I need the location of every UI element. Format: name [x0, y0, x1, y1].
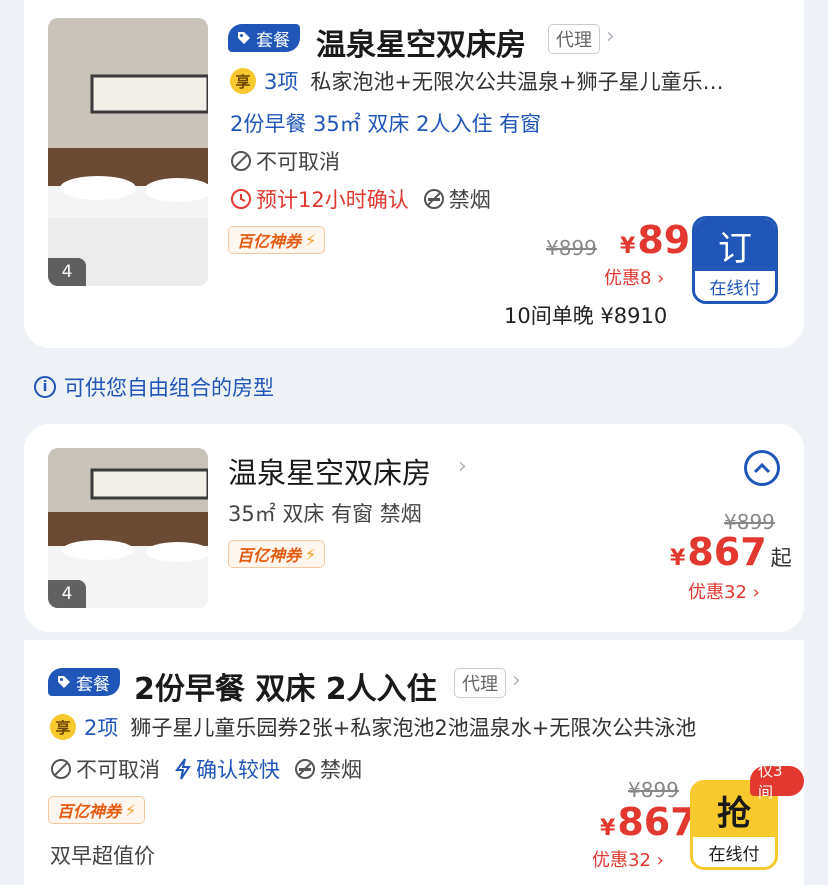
package-tag-label: 套餐: [76, 674, 110, 695]
chevron-up-icon: [753, 462, 771, 474]
voucher-label: 百亿神券: [237, 546, 302, 565]
discount-link[interactable]: 优惠8 ›: [604, 264, 664, 290]
original-price: ¥899: [546, 236, 597, 260]
room-features: 35㎡ 双床 有窗 禁烟: [228, 502, 422, 526]
cancel-policy-text: 不可取消: [256, 150, 340, 174]
price-value: 867: [617, 800, 697, 844]
voucher-badge: 百亿神券 ⚡: [228, 226, 326, 254]
combination-tip-text: 可供您自由组合的房型: [64, 376, 274, 400]
book-label: 订: [695, 219, 775, 271]
price-suffix: 起: [770, 546, 792, 570]
chevron-right-icon[interactable]: ›: [458, 454, 467, 479]
smoking-policy: 禁烟: [320, 758, 362, 782]
combination-tip: i 可供您自由组合的房型: [34, 372, 274, 402]
package-tag: 套餐: [228, 24, 300, 52]
pay-online-label: 在线付: [693, 837, 775, 867]
perks-count: 2项: [84, 716, 119, 740]
promo-text: 双早超值价: [50, 844, 155, 868]
total-price: 10间单晚 ¥8910: [504, 304, 668, 328]
room-package-card-1[interactable]: 4 套餐 温泉星空双床房 代理 › 享 3项 私家泡池+无限次公共温泉+狮子星儿…: [24, 0, 804, 348]
lowest-price: ¥867 起: [670, 530, 792, 574]
currency-symbol: ¥: [670, 546, 686, 571]
original-price: ¥899: [628, 778, 679, 802]
voucher-label: 百亿神券: [57, 802, 122, 821]
price-value: 867: [687, 530, 767, 574]
limited-stock-badge: 仅3间: [750, 762, 804, 801]
perks-row[interactable]: 享 2项 狮子星儿童乐园券2张+私家泡池2池温泉水+无限次公共泳池: [50, 712, 696, 742]
policy-row: 不可取消 确认较快 禁烟: [50, 754, 362, 784]
room-title[interactable]: 温泉星空双床房: [228, 450, 431, 492]
agent-badge: 代理: [548, 24, 600, 54]
tag-icon: [238, 32, 250, 44]
room-photo[interactable]: 4: [48, 18, 208, 286]
chevron-right-icon[interactable]: ›: [606, 24, 615, 49]
photo-count: 4: [48, 258, 86, 286]
no-cancel-icon: [51, 759, 71, 779]
chevron-right-icon[interactable]: ›: [512, 668, 521, 693]
enjoy-icon: 享: [50, 714, 76, 740]
room-features: 2份早餐 35㎡ 双床 2人入住 有窗: [230, 112, 542, 136]
clock-icon: [231, 189, 251, 209]
lightning-icon: ⚡: [305, 230, 317, 250]
voucher-badge: 百亿神券 ⚡: [48, 796, 146, 824]
info-icon: i: [34, 376, 56, 398]
perks-text: 私家泡池+无限次公共温泉+狮子星儿童乐…: [310, 70, 724, 94]
book-button[interactable]: 订 在线付: [692, 216, 778, 304]
discount-link[interactable]: 优惠32 ›: [688, 578, 760, 604]
pay-online-label: 在线付: [695, 271, 775, 301]
tag-icon: [58, 676, 70, 688]
agent-badge: 代理: [454, 668, 506, 698]
room-photo[interactable]: 4: [48, 448, 208, 608]
package-tag: 套餐: [48, 668, 120, 696]
confirm-time: 预计12小时确认: [256, 188, 409, 212]
no-smoking-icon: [295, 759, 315, 779]
voucher-badge: 百亿神券 ⚡: [228, 540, 326, 568]
lightning-icon: ⚡: [305, 544, 317, 564]
confirm-row: 预计12小时确认 禁烟: [230, 184, 491, 214]
package-tag-label: 套餐: [256, 30, 290, 51]
smoking-policy: 禁烟: [448, 188, 491, 212]
confirm-speed: 确认较快: [196, 758, 280, 782]
package-title[interactable]: 2份早餐 双床 2人入住: [134, 664, 437, 708]
photo-count: 4: [48, 580, 86, 608]
enjoy-icon: 享: [230, 68, 256, 94]
collapse-button[interactable]: [744, 450, 780, 486]
no-cancel-icon: [231, 151, 251, 171]
room-title[interactable]: 温泉星空双床房: [316, 20, 526, 64]
lightning-icon: ⚡: [125, 800, 137, 820]
cancel-policy: 不可取消: [230, 146, 340, 176]
current-price: ¥867: [600, 800, 697, 844]
room-photo-image: [48, 18, 208, 286]
lightning-icon: [175, 758, 191, 780]
perks-row[interactable]: 享 3项 私家泡池+无限次公共温泉+狮子星儿童乐…: [230, 66, 724, 96]
perks-count: 3项: [264, 70, 299, 94]
cancel-policy-text: 不可取消: [76, 758, 160, 782]
discount-link[interactable]: 优惠32 ›: [592, 846, 664, 872]
voucher-label: 百亿神券: [237, 232, 302, 251]
no-smoking-icon: [423, 189, 444, 209]
currency-symbol: ¥: [620, 234, 636, 259]
package-option-card[interactable]: 套餐 2份早餐 双床 2人入住 代理 › 享 2项 狮子星儿童乐园券2张+私家泡…: [24, 640, 804, 885]
perks-text: 狮子星儿童乐园券2张+私家泡池2池温泉水+无限次公共泳池: [130, 716, 697, 740]
currency-symbol: ¥: [600, 816, 616, 841]
room-card-2[interactable]: 4 温泉星空双床房 › 35㎡ 双床 有窗 禁烟 百亿神券 ⚡ ¥899 ¥86…: [24, 424, 804, 632]
